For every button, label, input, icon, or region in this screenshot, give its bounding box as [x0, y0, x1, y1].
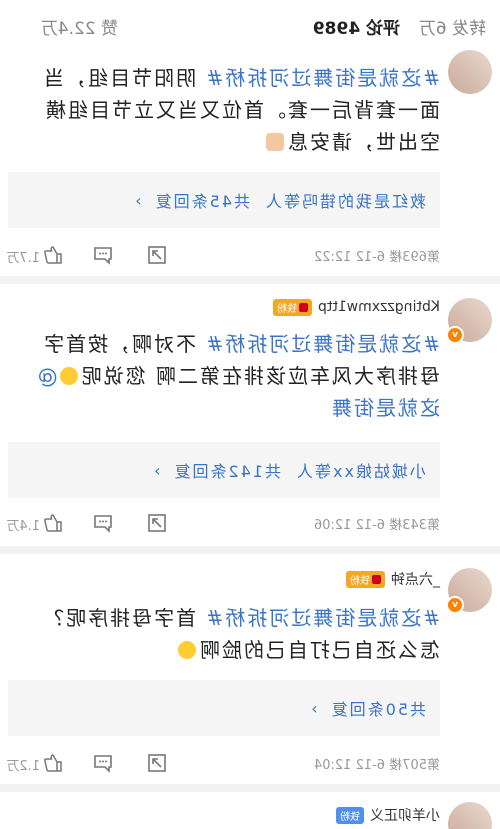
fans-badge: 铁粉 [336, 806, 364, 824]
comment-icon[interactable] [92, 244, 114, 266]
emoji-icon [178, 641, 196, 659]
comment-item: #这就是街舞过河拆桥# 阴阳节目组，当面一套背后一套。首位又当又立节目组横空出世… [0, 40, 500, 276]
topic-tag[interactable]: #这就是街舞过河拆桥# [204, 332, 440, 356]
reply-preview-box[interactable]: 共50条回复 › [8, 680, 440, 736]
author-name[interactable]: Kbtingzzxmw1ttp [318, 299, 440, 315]
tab-comments[interactable]: 评论 4989 [313, 14, 400, 39]
verified-icon: v [446, 596, 464, 614]
like-count: 1.4万 [6, 519, 40, 534]
author-row: Kbtingzzxmw1ttp 铁粉 [272, 296, 440, 318]
floor-time: 第343楼 6-12 12:06 [313, 518, 440, 533]
mirrored-page: 转发 6万 评论 4989 赞 22.4万 #这就是街舞过河拆桥# 阴阳节目组，… [0, 0, 500, 829]
screenshot-root: 转发 6万 评论 4989 赞 22.4万 #这就是街舞过河拆桥# 阴阳节目组，… [0, 0, 500, 829]
repost-icon[interactable] [146, 752, 168, 774]
comment-separator [0, 276, 500, 284]
comment-icon[interactable] [92, 752, 114, 774]
chevron-right-icon: › [152, 460, 161, 480]
tab-likes[interactable]: 赞 22.4万 [41, 14, 118, 39]
fans-badge: 铁粉 [346, 570, 385, 588]
author-name[interactable]: 小羊卯正义 [370, 805, 440, 825]
comment-item: v Kbtingzzxmw1ttp 铁粉 #这就是街舞过河拆桥# 不对啊，按首字… [0, 284, 500, 546]
avatar[interactable] [448, 50, 492, 94]
comment-footer: 第343楼 6-12 12:06 1.4万 [6, 512, 440, 536]
avatar[interactable]: v [446, 298, 492, 344]
comment-separator [0, 546, 500, 554]
emoji-icon [59, 367, 78, 385]
comment-item: v _六点钟 铁粉 #这就是街舞过河拆桥# 首字母排序呢？怎么还自己打自己的脸啊… [0, 554, 500, 784]
comment-item: 小羊卯正义 铁粉 [0, 792, 500, 829]
reply-preview-box[interactable]: 救红是我的错吗等人 共45条回复 › [8, 172, 440, 228]
reply-count[interactable]: 共45条回复 [154, 188, 250, 212]
repost-icon[interactable] [146, 512, 168, 534]
comment-separator [0, 784, 500, 792]
topic-tag[interactable]: #这就是街舞过河拆桥# [204, 606, 440, 630]
chevron-right-icon: › [309, 698, 318, 718]
author-row: 小羊卯正义 铁粉 [336, 804, 440, 826]
pray-emoji-icon [266, 133, 284, 151]
reply-authors[interactable]: 救红是我的错吗等人 [264, 188, 426, 212]
thumbs-up-icon[interactable] [42, 752, 64, 774]
reply-authors[interactable]: 小城姑娘xx等人 [295, 458, 426, 482]
like-count: 1.7万 [6, 251, 40, 266]
author-name[interactable]: _六点钟 [391, 569, 440, 589]
reply-count[interactable]: 共142条回复 [173, 458, 282, 482]
author-row: _六点钟 铁粉 [346, 568, 440, 590]
comment-footer: 第507楼 6-12 12:04 1.2万 [6, 752, 440, 776]
crown-icon [298, 302, 308, 312]
avatar[interactable]: v [446, 568, 492, 614]
like-count: 1.2万 [6, 759, 40, 774]
verified-icon: v [446, 326, 464, 344]
reply-count[interactable]: 共50条回复 [330, 696, 426, 720]
fans-badge: 铁粉 [272, 298, 312, 316]
comment-icon[interactable] [92, 512, 114, 534]
chevron-right-icon: › [133, 190, 142, 210]
comment-footer: 第693楼 6-12 12:22 1.7万 [6, 244, 440, 268]
topic-tag[interactable]: #这就是街舞过河拆桥# [204, 66, 440, 90]
floor-time: 第693楼 6-12 12:22 [313, 250, 440, 265]
crown-icon [372, 574, 381, 584]
comment-text: #这就是街舞过河拆桥# 不对啊，按首字母排序大风车应该排在第二啊 您说呢@这就是… [30, 328, 440, 424]
tab-reposts[interactable]: 转发 6万 [419, 14, 486, 39]
thumbs-up-icon[interactable] [42, 512, 64, 534]
reply-preview-box[interactable]: 小城姑娘xx等人 共142条回复 › [8, 442, 440, 498]
avatar[interactable] [448, 802, 492, 829]
repost-icon[interactable] [146, 244, 168, 266]
thumbs-up-icon[interactable] [42, 244, 64, 266]
comment-text: #这就是街舞过河拆桥# 首字母排序呢？怎么还自己打自己的脸啊 [30, 602, 440, 666]
comment-text: #这就是街舞过河拆桥# 阴阳节目组，当面一套背后一套。首位又当又立节目组横空出世… [30, 62, 440, 158]
floor-time: 第507楼 6-12 12:04 [313, 758, 440, 773]
